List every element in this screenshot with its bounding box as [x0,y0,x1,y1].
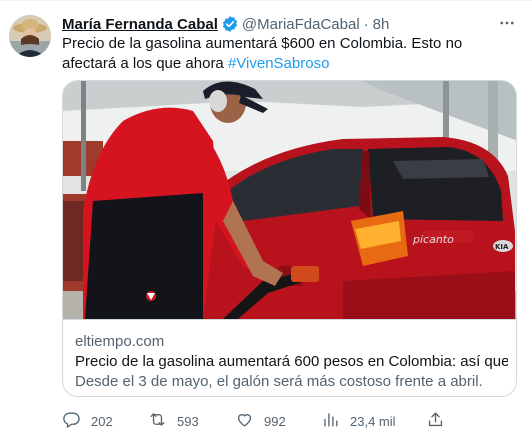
share-icon [426,410,445,432]
like-count: 992 [264,413,286,429]
retweet-icon [148,410,167,432]
separator-dot: · [363,15,369,33]
more-options-icon[interactable] [496,12,518,34]
reply-count: 202 [91,413,113,429]
action-bar: 202 593 992 23,4 mil [62,409,522,433]
like-button[interactable]: 992 [235,409,286,433]
author-name[interactable]: María Fernanda Cabal [62,16,218,33]
author-handle[interactable]: @MariaFdaCabal [242,16,360,33]
tweet-text: Precio de la gasolina aumentará $600 en … [62,34,514,74]
card-domain[interactable]: eltiempo.com [75,333,164,350]
verified-badge-icon[interactable] [221,15,239,33]
views-chart-icon [321,410,340,432]
link-card[interactable]: picanto KIA eltiempo.com Precio de la ga… [62,80,517,397]
reply-button[interactable]: 202 [62,409,113,433]
avatar[interactable] [9,15,51,57]
card-image[interactable]: picanto KIA [63,81,516,319]
views-button[interactable]: 23,4 mil [321,409,396,433]
car-badge-text: picanto [412,233,454,246]
tweet[interactable]: María Fernanda Cabal @MariaFdaCabal · 8h… [0,0,532,437]
heart-icon [235,410,254,432]
retweet-count: 593 [177,413,199,429]
car-logo-text: KIA [495,243,509,251]
retweet-button[interactable]: 593 [148,409,199,433]
hashtag-link[interactable]: #VivenSabroso [228,55,329,72]
reply-icon [62,410,81,432]
card-description: Desde el 3 de mayo, el galón será más co… [75,373,483,390]
views-count: 23,4 mil [350,413,396,429]
card-title[interactable]: Precio de la gasolina aumentará 600 peso… [75,353,508,370]
divider [0,0,532,1]
tweet-time[interactable]: 8h [373,16,390,33]
share-button[interactable] [426,409,445,433]
tweet-header: María Fernanda Cabal @MariaFdaCabal · 8h [62,13,389,35]
card-divider [63,319,516,320]
